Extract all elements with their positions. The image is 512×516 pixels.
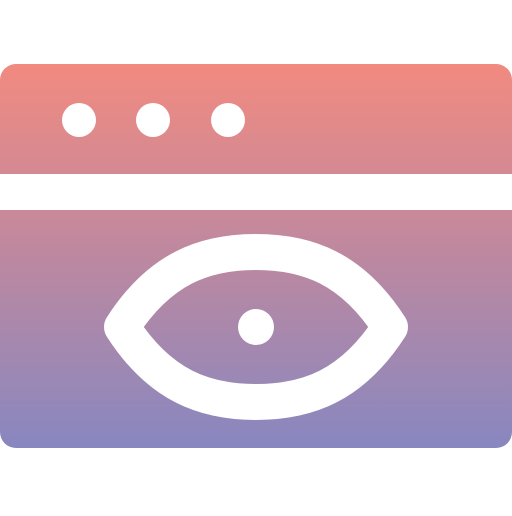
title-bar-divider — [0, 174, 512, 210]
window-dot-2-icon — [136, 103, 170, 137]
browser-window-view-icon-svg — [0, 64, 512, 448]
browser-window-view-icon — [0, 0, 512, 512]
window-dot-1-icon — [62, 103, 96, 137]
eye-pupil-icon — [238, 309, 274, 345]
window-dot-3-icon — [211, 103, 245, 137]
